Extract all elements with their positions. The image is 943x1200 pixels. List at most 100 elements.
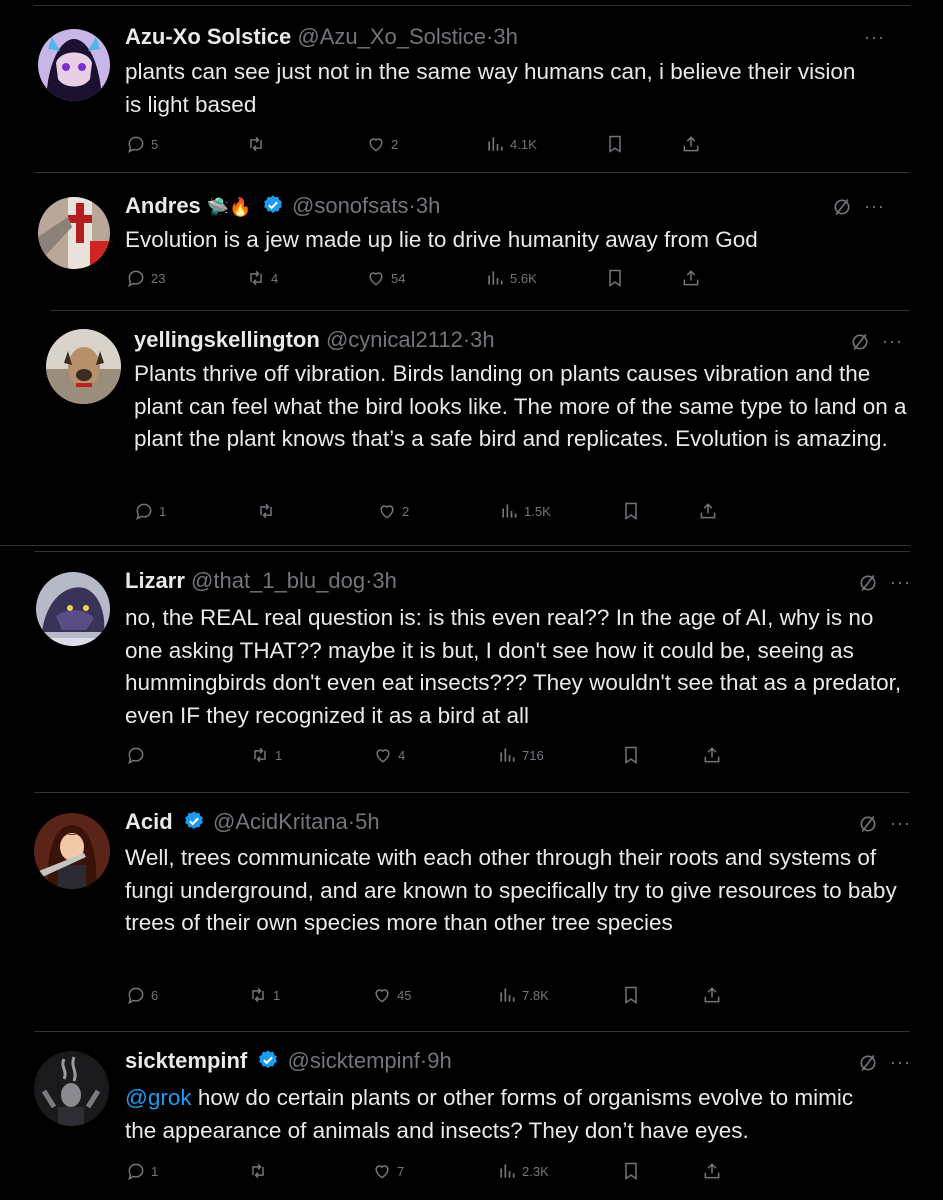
reply-count: 23	[151, 270, 166, 286]
like-button[interactable]: 54	[366, 268, 405, 288]
more-options-icon[interactable]: ···	[890, 814, 911, 832]
user-handle[interactable]: @that_1_blu_dog	[191, 568, 365, 593]
tweet-text: Plants thrive off vibration. Birds landi…	[134, 361, 907, 451]
share-button[interactable]	[698, 501, 718, 521]
like-count: 4	[398, 747, 406, 763]
view-count: 1.5K	[524, 503, 551, 519]
avatar[interactable]	[34, 813, 110, 889]
share-button[interactable]	[681, 268, 701, 288]
like-count: 45	[397, 987, 412, 1003]
views-button[interactable]: 5.6K	[485, 268, 537, 288]
timestamp[interactable]: 3h	[470, 327, 494, 352]
reply-button[interactable]: 5	[126, 134, 158, 154]
avatar[interactable]	[34, 1051, 109, 1126]
bookmark-button[interactable]	[621, 985, 641, 1005]
mention-link[interactable]: @grok	[125, 1085, 192, 1110]
retweet-button[interactable]	[248, 1161, 273, 1181]
more-options-icon[interactable]: ···	[890, 1053, 911, 1071]
more-options-icon[interactable]: ···	[890, 573, 911, 591]
avatar[interactable]	[38, 29, 110, 101]
more-options-icon[interactable]: ···	[864, 28, 885, 46]
timestamp[interactable]: 3h	[416, 193, 440, 218]
bookmark-button[interactable]	[605, 268, 625, 288]
retweet-count: 1	[273, 987, 281, 1003]
heart-icon	[376, 749, 390, 763]
user-handle[interactable]: @sicktempinf	[288, 1048, 420, 1073]
retweet-icon	[254, 747, 266, 763]
heart-icon	[380, 505, 394, 519]
bookmark-button[interactable]	[605, 134, 625, 154]
share-icon	[704, 1163, 720, 1179]
bookmark-button[interactable]	[621, 501, 641, 521]
like-button[interactable]: 4	[373, 745, 405, 765]
views-button[interactable]: 1.5K	[499, 501, 551, 521]
more-options-icon[interactable]: ···	[882, 332, 903, 350]
bookmark-button[interactable]	[621, 745, 641, 765]
user-handle[interactable]: @sonofsats	[292, 193, 409, 218]
tweet[interactable]: Acid @AcidKritana·5h ··· Well, trees com…	[0, 793, 943, 1031]
avatar[interactable]	[46, 329, 121, 404]
retweet-button[interactable]	[256, 501, 281, 521]
views-button[interactable]: 2.3K	[497, 1161, 549, 1181]
retweet-button[interactable]: 1	[250, 745, 282, 765]
tweet[interactable]: sicktempinf @sicktempinf·9h ··· @grok ho…	[0, 1032, 943, 1200]
views-button[interactable]: 7.8K	[497, 985, 549, 1005]
name-emoji: 🛸🔥	[206, 197, 252, 217]
grok-icon[interactable]	[858, 1053, 878, 1073]
reply-button[interactable]: 6	[126, 985, 158, 1005]
timestamp[interactable]: 3h	[493, 24, 517, 49]
reply-count: 1	[151, 1163, 159, 1179]
user-handle[interactable]: @AcidKritana	[213, 809, 348, 834]
share-button[interactable]	[681, 134, 701, 154]
retweet-button[interactable]: 1	[248, 985, 280, 1005]
retweet-icon	[260, 503, 272, 519]
views-button[interactable]: 4.1K	[485, 134, 537, 154]
share-button[interactable]	[702, 985, 722, 1005]
tweet[interactable]: Azu-Xo Solstice @Azu_Xo_Solstice·3h ··· …	[0, 6, 943, 172]
like-button[interactable]: 45	[372, 985, 411, 1005]
grok-icon[interactable]	[858, 573, 878, 593]
share-button[interactable]	[702, 1161, 722, 1181]
display-name[interactable]: sicktempinf	[125, 1048, 247, 1073]
timestamp[interactable]: 5h	[355, 809, 379, 834]
grok-icon[interactable]	[858, 814, 878, 834]
tweet[interactable]: Lizarr @that_1_blu_dog·3h ··· no, the RE…	[0, 552, 943, 792]
retweet-button[interactable]: 4	[246, 268, 278, 288]
timestamp[interactable]: 9h	[427, 1048, 451, 1073]
avatar[interactable]	[36, 572, 110, 646]
share-button[interactable]	[702, 745, 722, 765]
heart-icon	[369, 272, 383, 286]
grok-icon[interactable]	[850, 332, 870, 352]
views-button[interactable]: 716	[497, 745, 544, 765]
like-button[interactable]: 2	[366, 134, 398, 154]
reply-button[interactable]: 23	[126, 268, 165, 288]
views-chart-icon	[500, 988, 515, 1002]
reply-button[interactable]: 1	[134, 501, 166, 521]
bookmark-icon	[625, 1162, 637, 1180]
like-button[interactable]: 2	[377, 501, 409, 521]
view-count: 4.1K	[510, 136, 537, 152]
retweet-button[interactable]	[246, 134, 271, 154]
display-name[interactable]: Andres	[125, 193, 201, 218]
bookmark-button[interactable]	[621, 1161, 641, 1181]
user-handle[interactable]: @cynical2112	[326, 327, 463, 352]
like-count: 2	[391, 136, 399, 152]
reply-button[interactable]: 1	[126, 1161, 158, 1181]
like-button[interactable]: 7	[372, 1161, 404, 1181]
more-options-icon[interactable]: ···	[864, 197, 885, 215]
tweet-text: no, the REAL real question is: is this e…	[125, 605, 902, 728]
display-name[interactable]: Lizarr	[125, 568, 185, 593]
display-name[interactable]: Azu-Xo Solstice	[125, 24, 291, 49]
reply-icon	[128, 136, 144, 153]
grok-icon[interactable]	[832, 197, 852, 217]
share-icon	[683, 136, 699, 152]
reply-button[interactable]	[126, 745, 151, 765]
display-name[interactable]: Acid	[125, 809, 173, 834]
tweet[interactable]: yellingskellington @cynical2112·3h ··· P…	[0, 311, 943, 545]
reply-icon	[128, 747, 144, 764]
avatar[interactable]	[38, 197, 110, 269]
display-name[interactable]: yellingskellington	[134, 327, 320, 352]
user-handle[interactable]: @Azu_Xo_Solstice	[297, 24, 486, 49]
timestamp[interactable]: 3h	[372, 568, 396, 593]
tweet[interactable]: Andres 🛸🔥 @sonofsats·3h ··· Evolution is…	[0, 173, 943, 310]
